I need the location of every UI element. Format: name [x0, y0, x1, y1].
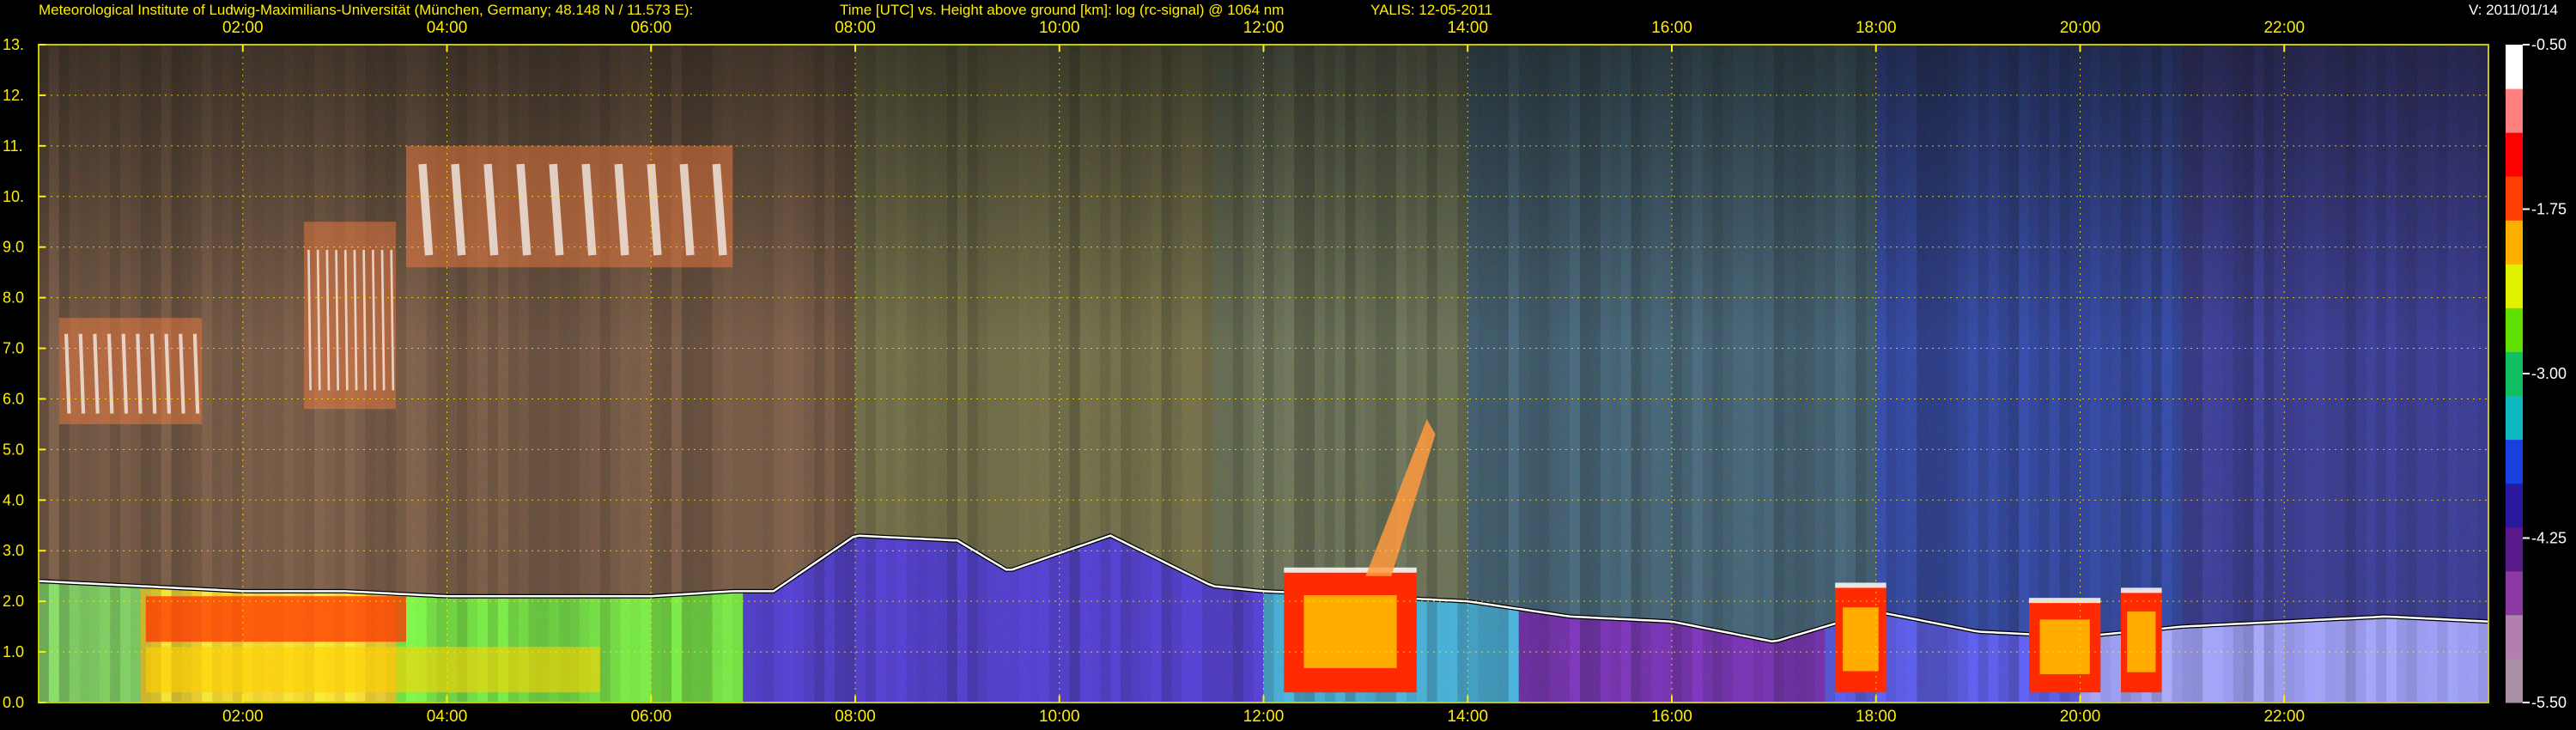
x-tick-label-bottom: 16:00	[1651, 708, 1692, 726]
y-tick-label: 13.	[3, 36, 24, 53]
convective-cell-top	[2121, 587, 2162, 593]
y-tick-label: 0.0	[3, 694, 24, 711]
colorbar-swatch	[2506, 307, 2523, 352]
x-tick-label-bottom: 02:00	[222, 708, 264, 726]
x-tick-label-bottom: 22:00	[2263, 708, 2305, 726]
y-tick-label: 6.0	[3, 390, 24, 407]
y-tick-label: 2.0	[3, 593, 24, 610]
colorbar: -0.50 -1.75 -3.00 -4.25 -5.50	[2506, 36, 2567, 711]
lidar-heatmap-chart: 02:00 02:00 04:00 04:00 06:00 06:00 08:00 08:00…	[3, 19, 2567, 726]
colorbar-swatch	[2506, 395, 2523, 441]
colorbar-tick-label: -4.25	[2531, 530, 2567, 547]
y-tick-label: 3.0	[3, 542, 24, 559]
x-tick-label-bottom: 04:00	[427, 708, 468, 726]
colorbar-swatch	[2506, 570, 2523, 616]
convective-cell-core	[2039, 619, 2090, 675]
colorbar-swatch	[2506, 658, 2523, 703]
colorbar-swatch	[2506, 45, 2523, 89]
x-tick-label-bottom: 20:00	[2060, 708, 2101, 726]
colorbar-tick-label: -3.00	[2531, 365, 2567, 382]
colorbar-swatch	[2506, 176, 2523, 221]
x-tick-label-top: 18:00	[1856, 19, 1897, 37]
x-tick-label-top: 04:00	[427, 19, 468, 37]
convective-cell-core	[2127, 611, 2156, 672]
near-ground-layer-band	[145, 647, 600, 693]
x-tick-label-top: 02:00	[222, 19, 264, 37]
y-tick-label: 10.	[3, 188, 24, 205]
convective-cell-top	[1835, 582, 1886, 588]
x-tick-label-top: 20:00	[2060, 19, 2101, 37]
colorbar-swatch	[2506, 526, 2523, 572]
convective-cell-core	[1303, 595, 1397, 668]
x-tick-label-top: 08:00	[835, 19, 876, 37]
x-tick-label-bottom: 08:00	[835, 708, 876, 726]
x-tick-label-top: 22:00	[2263, 19, 2305, 37]
x-tick-label-top: 10:00	[1039, 19, 1080, 37]
x-tick-label-bottom: 12:00	[1243, 708, 1285, 726]
y-tick-label: 7.0	[3, 340, 24, 357]
x-tick-label-top: 14:00	[1447, 19, 1488, 37]
colorbar-swatch	[2506, 439, 2523, 484]
x-tick-label-top: 06:00	[630, 19, 671, 37]
colorbar-swatch	[2506, 88, 2523, 133]
colorbar-swatch	[2506, 132, 2523, 177]
colorbar-tick-label: -0.50	[2531, 36, 2567, 53]
x-tick-label-bottom: 18:00	[1856, 708, 1897, 726]
y-tick-label: 8.0	[3, 289, 24, 307]
colorbar-swatch	[2506, 351, 2523, 397]
y-tick-label: 9.0	[3, 239, 24, 256]
x-tick-label-top: 12:00	[1243, 19, 1285, 37]
x-tick-label-bottom: 10:00	[1039, 708, 1080, 726]
colorbar-swatch	[2506, 264, 2523, 308]
colorbar-swatch	[2506, 614, 2523, 660]
y-tick-label: 11.	[3, 137, 23, 155]
x-tick-label-bottom: 14:00	[1447, 708, 1488, 726]
convective-cell-top	[1284, 567, 1417, 573]
y-tick-label: 5.0	[3, 441, 24, 458]
y-tick-label: 12.	[3, 87, 24, 104]
colorbar-tick-label: -1.75	[2531, 201, 2567, 218]
y-tick-label: 4.0	[3, 491, 24, 508]
colorbar-swatch	[2506, 483, 2523, 528]
x-tick-label-bottom: 06:00	[630, 708, 671, 726]
colorbar-swatch	[2506, 220, 2523, 265]
residual-layer-band	[145, 596, 406, 642]
colorbar-tick-label: -5.50	[2531, 694, 2567, 711]
convective-cell-top	[2029, 598, 2101, 604]
x-tick-label-top: 16:00	[1651, 19, 1692, 37]
y-tick-label: 1.0	[3, 643, 24, 660]
convective-cell-core	[1843, 607, 1879, 672]
